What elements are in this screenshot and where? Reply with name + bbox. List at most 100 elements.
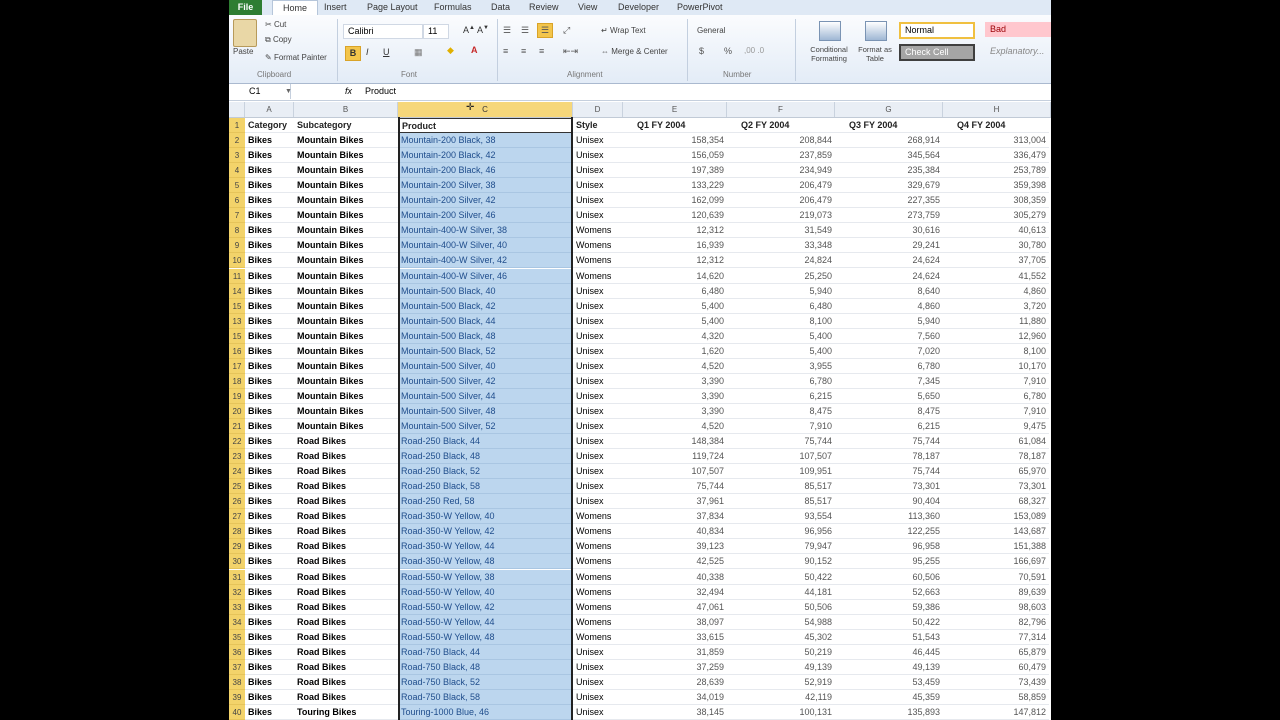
cell[interactable]: Road Bikes [294, 479, 398, 495]
cell[interactable]: Mountain Bikes [294, 389, 398, 404]
cell[interactable]: 30,780 [943, 238, 1049, 254]
cell[interactable]: 75,744 [623, 479, 727, 495]
cell[interactable]: 5,400 [727, 344, 835, 359]
cell[interactable]: 65,879 [943, 645, 1049, 660]
cell[interactable]: 37,705 [943, 253, 1049, 269]
cell[interactable]: Subcategory [294, 118, 398, 133]
cell[interactable]: Mountain-500 Black, 44 [398, 313, 573, 329]
cell[interactable]: 5,940 [727, 284, 835, 299]
cell[interactable]: 89,639 [943, 585, 1049, 600]
cell[interactable]: 45,359 [835, 690, 943, 705]
row-header[interactable]: 21 [229, 419, 245, 434]
cell[interactable]: 107,507 [623, 464, 727, 480]
cell[interactable]: 28,639 [623, 675, 727, 690]
cell[interactable]: Road-250 Black, 44 [398, 434, 573, 450]
cell[interactable]: Womens [573, 223, 623, 239]
cell[interactable]: Bikes [245, 269, 294, 284]
cell[interactable]: Road-550-W Yellow, 44 [398, 614, 573, 630]
cell[interactable]: 120,639 [623, 208, 727, 224]
cell[interactable]: Road Bikes [294, 539, 398, 555]
cell[interactable]: Mountain-200 Silver, 46 [398, 208, 573, 224]
row-header[interactable]: 22 [229, 434, 245, 450]
row-header[interactable]: 28 [229, 524, 245, 540]
cell[interactable]: 73,301 [943, 479, 1049, 495]
cell[interactable]: Bikes [245, 494, 294, 510]
cell[interactable]: 53,459 [835, 675, 943, 690]
cell[interactable]: Unisex [573, 705, 623, 720]
cell[interactable]: 156,059 [623, 148, 727, 164]
cell[interactable]: Unisex [573, 645, 623, 660]
align-center-icon[interactable]: ≡ [521, 46, 526, 56]
cell[interactable]: Womens [573, 269, 623, 284]
indent-icon[interactable]: ⇤⇥ [563, 46, 578, 57]
cell[interactable]: Bikes [245, 554, 294, 570]
align-bottom-icon[interactable]: ☰ [537, 23, 553, 38]
cell[interactable]: 6,215 [835, 419, 943, 434]
cell[interactable]: Unisex [573, 494, 623, 510]
cell[interactable]: 34,019 [623, 690, 727, 705]
cell[interactable]: Womens [573, 585, 623, 600]
cell[interactable]: 47,061 [623, 600, 727, 615]
cell[interactable]: Unisex [573, 404, 623, 419]
cell[interactable]: Bikes [245, 645, 294, 660]
cell[interactable]: 133,229 [623, 178, 727, 194]
row-header[interactable]: 27 [229, 509, 245, 525]
cell[interactable]: Unisex [573, 344, 623, 359]
row-header[interactable]: 2 [229, 133, 245, 149]
cell[interactable]: 107,507 [727, 449, 835, 465]
cell[interactable]: Road Bikes [294, 449, 398, 465]
cell[interactable]: 70,591 [943, 570, 1049, 585]
tab-page-layout[interactable]: Page Layout [367, 0, 418, 15]
cell[interactable]: 58,859 [943, 690, 1049, 705]
cell[interactable]: 313,004 [943, 133, 1049, 149]
italic-button[interactable]: I [366, 47, 369, 57]
paste-icon[interactable] [233, 19, 257, 47]
cell[interactable]: Touring Bikes [294, 705, 398, 720]
cell[interactable]: 40,338 [623, 570, 727, 585]
cell[interactable]: 3,390 [623, 374, 727, 389]
cell[interactable]: 151,388 [943, 539, 1049, 555]
cell[interactable]: Road-350-W Yellow, 48 [398, 554, 573, 570]
cell[interactable]: 50,422 [727, 570, 835, 585]
cell[interactable]: 8,100 [727, 314, 835, 329]
cell[interactable]: Bikes [245, 464, 294, 480]
cell[interactable]: Bikes [245, 434, 294, 450]
cell[interactable]: 96,958 [835, 539, 943, 555]
cell[interactable]: Road Bikes [294, 464, 398, 480]
cell[interactable]: Bikes [245, 570, 294, 585]
cell[interactable]: Bikes [245, 329, 294, 344]
column-header-c[interactable]: C [398, 102, 573, 117]
cell[interactable]: 37,834 [623, 509, 727, 525]
cell[interactable]: 227,355 [835, 193, 943, 209]
cell[interactable]: 4,520 [623, 419, 727, 434]
cell[interactable]: 219,073 [727, 208, 835, 224]
cell[interactable]: 148,384 [623, 434, 727, 450]
cell[interactable]: Mountain-400-W Silver, 38 [398, 223, 573, 239]
insert-function-button[interactable]: fx [345, 84, 352, 99]
cell[interactable]: Mountain Bikes [294, 238, 398, 254]
cell[interactable]: Mountain-500 Silver, 48 [398, 403, 573, 419]
column-header-f[interactable]: F [727, 102, 835, 117]
percent-button[interactable]: % [724, 46, 732, 56]
cell[interactable]: Road-750 Black, 48 [398, 659, 573, 675]
cell[interactable]: Womens [573, 570, 623, 585]
active-cell[interactable]: Product [398, 118, 573, 133]
cell[interactable]: 10,170 [943, 359, 1049, 374]
decimal-icon[interactable]: ,00 .0 [744, 46, 764, 55]
cell[interactable]: 25,250 [727, 269, 835, 284]
cell[interactable]: 9,475 [943, 419, 1049, 434]
currency-button[interactable]: $ [699, 46, 704, 56]
row-header[interactable]: 37 [229, 659, 245, 675]
cell[interactable]: Unisex [573, 464, 623, 480]
cell[interactable]: 45,302 [727, 630, 835, 645]
conditional-formatting-button[interactable]: Conditional Formatting [803, 45, 855, 63]
cell[interactable]: Bikes [245, 389, 294, 404]
cell[interactable]: Womens [573, 524, 623, 540]
row-header[interactable]: 39 [229, 689, 245, 705]
cell[interactable]: 98,603 [943, 600, 1049, 615]
style-bad[interactable]: Bad [985, 22, 1051, 37]
cell[interactable]: Road Bikes [294, 675, 398, 690]
font-name-select[interactable]: Calibri [343, 24, 423, 39]
cell[interactable]: 5,400 [623, 314, 727, 329]
orientation-icon[interactable]: ⤢ [563, 25, 570, 36]
